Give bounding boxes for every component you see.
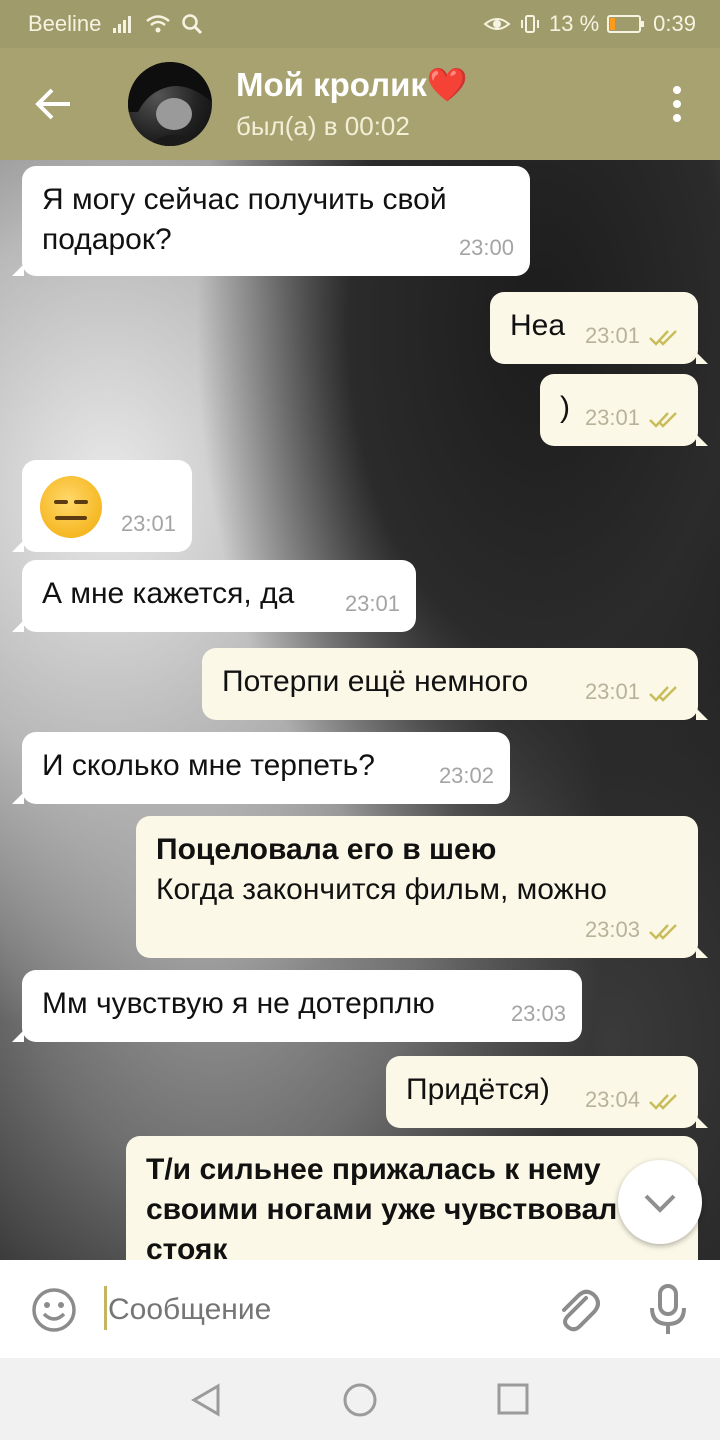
message-bold-text: своими ногами уже чувствовал (146, 1193, 618, 1226)
attach-icon[interactable] (554, 1284, 600, 1334)
clock: 0:39 (653, 11, 696, 36)
message-time: 23:01 (584, 679, 640, 704)
battery-icon (607, 15, 645, 33)
nav-recents-icon[interactable] (496, 1382, 530, 1416)
chat-area[interactable]: Я могу сейчас получить свой подарок? 23:… (0, 160, 720, 1260)
back-arrow-icon[interactable] (34, 86, 74, 122)
avatar-photo-icon (128, 62, 212, 146)
message-incoming[interactable]: А мне кажется, да 23:01 (12, 560, 416, 632)
chevron-down-icon (644, 1194, 676, 1213)
chat-header: Мой кролик❤️ был(а) в 00:02 (0, 48, 720, 160)
message-time: 23:01 (584, 405, 640, 430)
message-outgoing[interactable]: Придётся) 23:04 (386, 1056, 708, 1128)
nav-back-icon[interactable] (188, 1382, 224, 1418)
message-text: подарок? (42, 223, 172, 256)
message-bold-text: Т/и сильнее прижалась к нему (146, 1153, 601, 1186)
avatar[interactable] (128, 62, 212, 146)
message-outgoing[interactable]: Неа 23:01 (490, 292, 708, 364)
nav-home-icon[interactable] (342, 1382, 378, 1418)
message-text: Придётся) (406, 1073, 550, 1106)
double-check-icon (649, 924, 677, 940)
message-time: 23:03 (584, 917, 640, 942)
more-menu-icon[interactable] (672, 86, 682, 122)
message-time: 23:04 (584, 1087, 640, 1112)
message-time: 23:01 (344, 591, 400, 616)
message-outgoing[interactable]: Т/и сильнее прижалась к нему своими нога… (126, 1136, 698, 1260)
double-check-icon (649, 330, 677, 346)
message-text: Мм чувствую я не дотерплю (42, 987, 435, 1020)
message-composer (0, 1260, 720, 1358)
message-incoming[interactable]: Я могу сейчас получить свой подарок? 23:… (12, 166, 530, 276)
message-text: Когда закончится фильм, можно (156, 873, 607, 906)
message-time: 23:03 (510, 1001, 566, 1026)
microphone-icon[interactable] (646, 1282, 690, 1336)
message-time: 23:00 (458, 235, 514, 260)
vibrate-icon (521, 15, 540, 33)
message-time: 23:02 (438, 763, 494, 788)
message-text: Я могу сейчас получить свой (42, 183, 447, 216)
message-outgoing[interactable]: Потерпи ещё немного 23:01 (202, 648, 708, 720)
double-check-icon (649, 686, 677, 702)
emoji-icon[interactable] (30, 1286, 78, 1334)
last-seen: был(а) в 00:02 (236, 111, 410, 141)
message-text: А мне кажется, да (42, 577, 295, 610)
message-input[interactable] (104, 1286, 530, 1334)
carrier-label: Beeline (28, 11, 102, 36)
message-incoming[interactable]: Мм чувствую я не дотерплю 23:03 (12, 970, 582, 1042)
expressionless-face-icon (40, 476, 102, 538)
system-nav-bar (0, 1358, 720, 1440)
status-bar: Beeline 13 % 0:39 (0, 0, 720, 48)
message-bold-text: Поцеловала его в шею (156, 833, 497, 866)
signal-icon (113, 16, 132, 33)
search-icon (182, 14, 203, 35)
battery-percent: 13 % (549, 11, 600, 36)
message-bold-text: стояк (146, 1233, 228, 1260)
message-outgoing[interactable]: Поцеловала его в шею Когда закончится фи… (136, 816, 708, 958)
scroll-down-button[interactable] (618, 1160, 702, 1244)
double-check-icon (649, 412, 677, 428)
contact-name[interactable]: Мой кролик❤️ (236, 66, 468, 105)
double-check-icon (649, 1094, 677, 1110)
eye-icon (483, 18, 511, 30)
message-incoming[interactable]: 23:01 (12, 460, 192, 552)
message-time: 23:01 (584, 323, 640, 348)
message-outgoing[interactable]: ) 23:01 (540, 374, 708, 446)
message-text: ) (560, 391, 570, 424)
message-incoming[interactable]: И сколько мне терпеть? 23:02 (12, 732, 510, 804)
message-time: 23:01 (120, 511, 176, 536)
message-text: Неа (510, 309, 566, 342)
message-text: Потерпи ещё немного (222, 665, 529, 698)
wifi-icon (146, 15, 171, 33)
message-text: И сколько мне терпеть? (42, 749, 375, 782)
